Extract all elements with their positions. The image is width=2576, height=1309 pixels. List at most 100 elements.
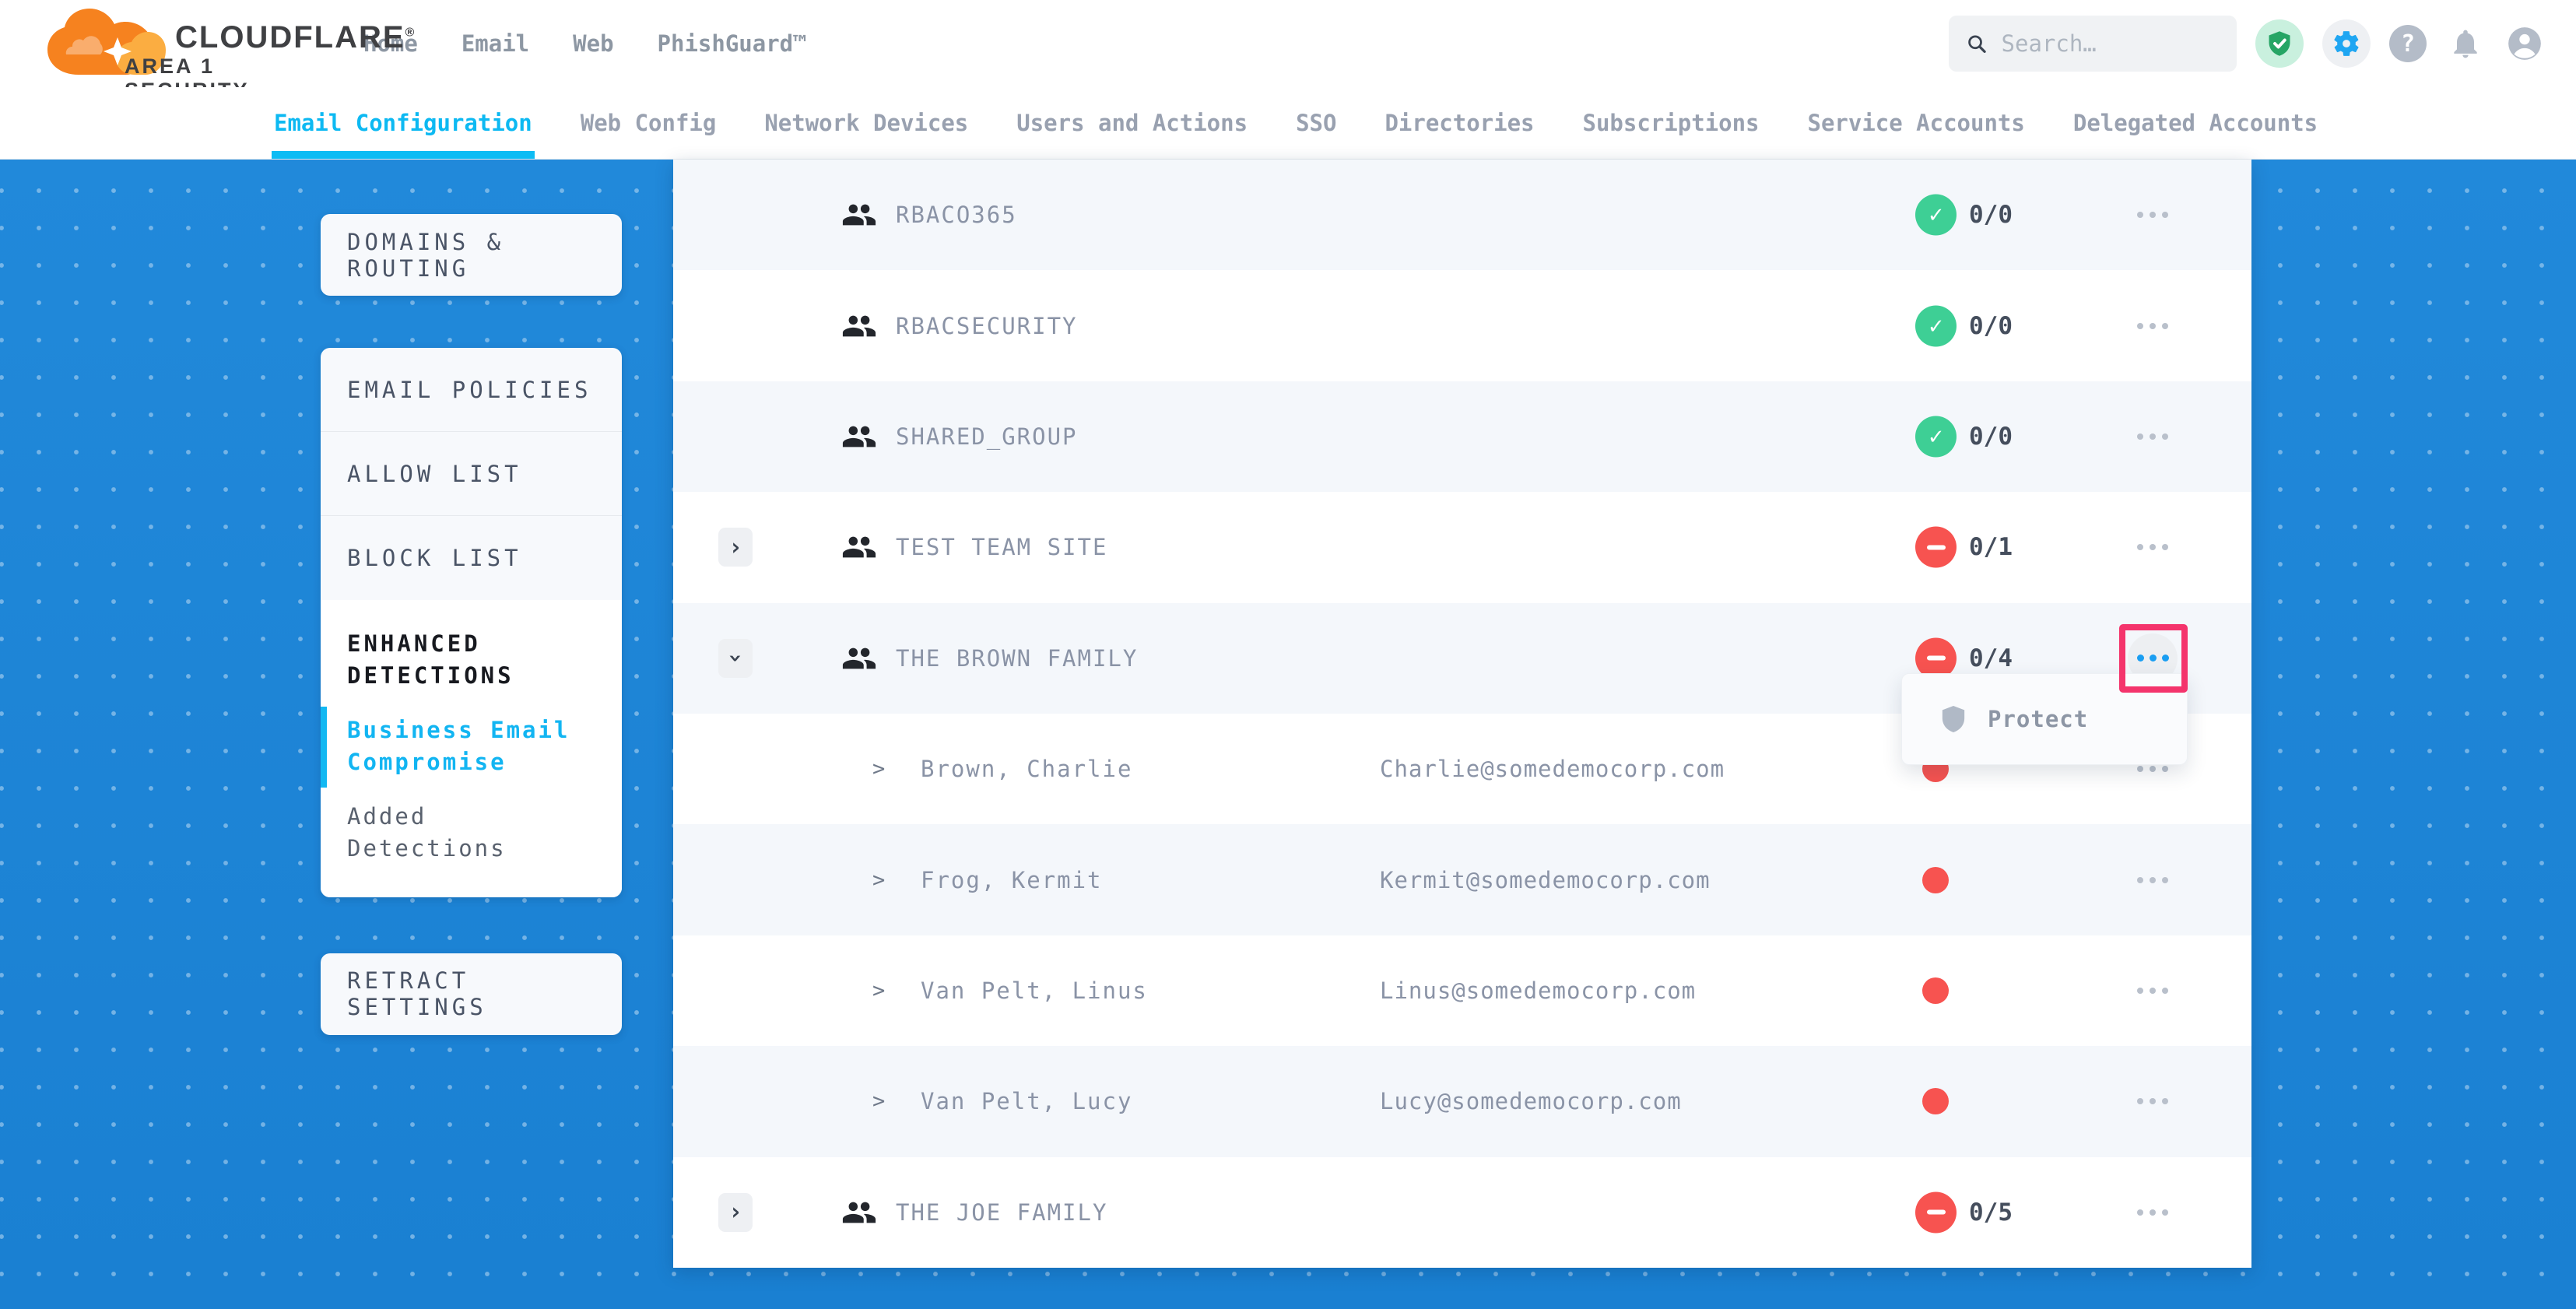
tab-subscriptions[interactable]: Subscriptions — [1583, 87, 1760, 159]
member-name[interactable]: Van Pelt, Linus — [921, 977, 1148, 1004]
tab-delegated-accounts[interactable]: Delegated Accounts — [2073, 87, 2318, 159]
registered-mark: ® — [405, 26, 416, 40]
menu-item-protect[interactable]: Protect — [1988, 706, 2088, 732]
row-menu-button[interactable] — [2137, 212, 2168, 218]
row-menu-button[interactable] — [2137, 988, 2168, 994]
notifications-button[interactable] — [2445, 23, 2486, 64]
member-chevron-icon: > — [872, 1090, 885, 1114]
bell-icon — [2448, 26, 2483, 61]
groups-table: RBACO365 ✓ 0/0 RBACSECURITY ✓ 0/0 SHARED… — [673, 160, 2251, 1268]
active-item-indicator — [321, 707, 327, 788]
tab-service-accounts[interactable]: Service Accounts — [1808, 87, 2025, 159]
check-icon: ✓ — [1928, 312, 1943, 339]
member-chevron-icon: > — [872, 978, 885, 1002]
group-name[interactable]: THE BROWN FAMILY — [896, 645, 1138, 672]
sidebar-item-business-email-compromise[interactable]: Business Email Compromise — [347, 714, 581, 777]
sidebar-section-enhanced-detections: ENHANCED DETECTIONS Business Email Compr… — [321, 600, 622, 897]
table-row-group: SHARED_GROUP ✓ 0/0 — [673, 381, 2251, 492]
member-name[interactable]: Frog, Kermit — [921, 867, 1103, 893]
member-count: 0/0 — [1969, 312, 2013, 340]
kebab-icon — [2137, 654, 2169, 662]
tab-network-devices[interactable]: Network Devices — [764, 87, 968, 159]
member-email: Lucy@somedemocorp.com — [1380, 1088, 1682, 1114]
row-menu-button[interactable] — [2137, 323, 2168, 329]
member-count: 0/5 — [1969, 1198, 2013, 1227]
table-row-member: > Van Pelt, Linus Linus@somedemocorp.com — [673, 935, 2251, 1046]
tab-directories[interactable]: Directories — [1385, 87, 1534, 159]
member-count: 0/1 — [1969, 533, 2013, 561]
help-button[interactable]: ? — [2389, 25, 2427, 62]
row-context-menu: Protect — [1901, 673, 2188, 765]
row-menu-button[interactable] — [2137, 1209, 2168, 1216]
sidebar-item-email-policies[interactable]: EMAIL POLICIES — [321, 348, 622, 432]
minus-icon — [1927, 545, 1946, 549]
check-icon: ✓ — [1928, 423, 1943, 450]
status-ok-badge: ✓ — [1915, 416, 1957, 457]
row-menu-button[interactable] — [2137, 1098, 2168, 1104]
group-icon — [841, 1195, 877, 1230]
page-content: DOMAINS & ROUTING EMAIL POLICIES ALLOW L… — [0, 160, 2576, 1309]
minus-icon — [1927, 656, 1946, 661]
table-row-group: RBACSECURITY ✓ 0/0 — [673, 270, 2251, 381]
nav-web[interactable]: Web — [573, 30, 613, 57]
group-icon — [841, 419, 877, 454]
status-ok-badge: ✓ — [1915, 195, 1957, 236]
search-box[interactable] — [1949, 16, 2237, 72]
security-status-button[interactable] — [2255, 19, 2304, 68]
row-menu-button[interactable] — [2137, 544, 2168, 550]
nav-phishguard[interactable]: PhishGuard™ — [658, 30, 807, 57]
member-email: Linus@somedemocorp.com — [1380, 977, 1696, 1004]
collapse-button[interactable]: › — [718, 639, 753, 678]
status-blocked-dot — [1922, 867, 1949, 893]
search-input[interactable] — [2002, 30, 2220, 57]
tab-users-and-actions[interactable]: Users and Actions — [1016, 87, 1248, 159]
expand-button[interactable]: › — [718, 528, 753, 567]
sidebar-item-enhanced-detections[interactable]: ENHANCED DETECTIONS — [347, 628, 588, 691]
sidebar-item-block-list[interactable]: BLOCK LIST — [321, 516, 622, 600]
minus-icon — [1927, 1210, 1946, 1215]
group-name[interactable]: THE JOE FAMILY — [896, 1199, 1107, 1226]
status-ok-badge: ✓ — [1915, 305, 1957, 346]
tab-email-configuration[interactable]: Email Configuration — [274, 87, 532, 159]
chevron-right-icon: › — [728, 534, 742, 561]
member-email: Charlie@somedemocorp.com — [1380, 756, 1725, 782]
sidebar-item-allow-list[interactable]: ALLOW LIST — [321, 432, 622, 516]
table-row-group: RBACO365 ✓ 0/0 — [673, 160, 2251, 270]
sidebar-item-retract-settings[interactable]: RETRACT SETTINGS — [321, 953, 622, 1035]
sidebar-card-retract-settings: RETRACT SETTINGS — [321, 953, 622, 1035]
settings-tab-bar: Email Configuration Web Config Network D… — [0, 87, 2576, 160]
nav-email[interactable]: Email — [462, 30, 529, 57]
member-name[interactable]: Van Pelt, Lucy — [921, 1088, 1132, 1114]
member-chevron-icon: > — [872, 868, 885, 892]
tab-web-config[interactable]: Web Config — [581, 87, 717, 159]
group-name[interactable]: RBACSECURITY — [896, 313, 1078, 339]
group-icon — [841, 308, 877, 344]
shield-icon — [1938, 702, 1969, 736]
logo-wordmark: CLOUDFLARE® — [175, 20, 416, 55]
expand-button[interactable]: › — [718, 1193, 753, 1232]
group-name[interactable]: SHARED_GROUP — [896, 423, 1078, 450]
group-name[interactable]: TEST TEAM SITE — [896, 534, 1107, 560]
group-name[interactable]: RBACO365 — [896, 202, 1017, 228]
row-menu-button[interactable] — [2137, 766, 2168, 772]
question-mark-icon: ? — [2401, 30, 2415, 58]
settings-button[interactable] — [2322, 19, 2371, 68]
check-icon: ✓ — [1928, 202, 1943, 229]
app-window: CLOUDFLARE® AREA 1 SECURITY Home Email W… — [0, 0, 2576, 1309]
member-count: 0/4 — [1969, 644, 2013, 672]
status-blocked-dot — [1922, 977, 1949, 1004]
sidebar-item-domains-routing[interactable]: DOMAINS & ROUTING — [321, 214, 622, 296]
status-blocked-badge — [1915, 527, 1957, 568]
user-avatar-icon — [2505, 24, 2544, 63]
member-count: 0/0 — [1969, 423, 2013, 451]
account-button[interactable] — [2504, 23, 2545, 64]
sidebar-card-policies: EMAIL POLICIES ALLOW LIST BLOCK LIST ENH… — [321, 348, 622, 897]
row-menu-button[interactable] — [2137, 433, 2168, 440]
cloudflare-logo[interactable]: CLOUDFLARE® AREA 1 SECURITY — [0, 0, 346, 87]
group-icon — [841, 640, 877, 676]
member-name[interactable]: Brown, Charlie — [921, 756, 1132, 782]
sidebar-item-added-detections[interactable]: Added Detections — [347, 801, 600, 864]
row-menu-button[interactable] — [2137, 877, 2168, 883]
tab-sso[interactable]: SSO — [1296, 87, 1336, 159]
member-count: 0/0 — [1969, 201, 2013, 229]
